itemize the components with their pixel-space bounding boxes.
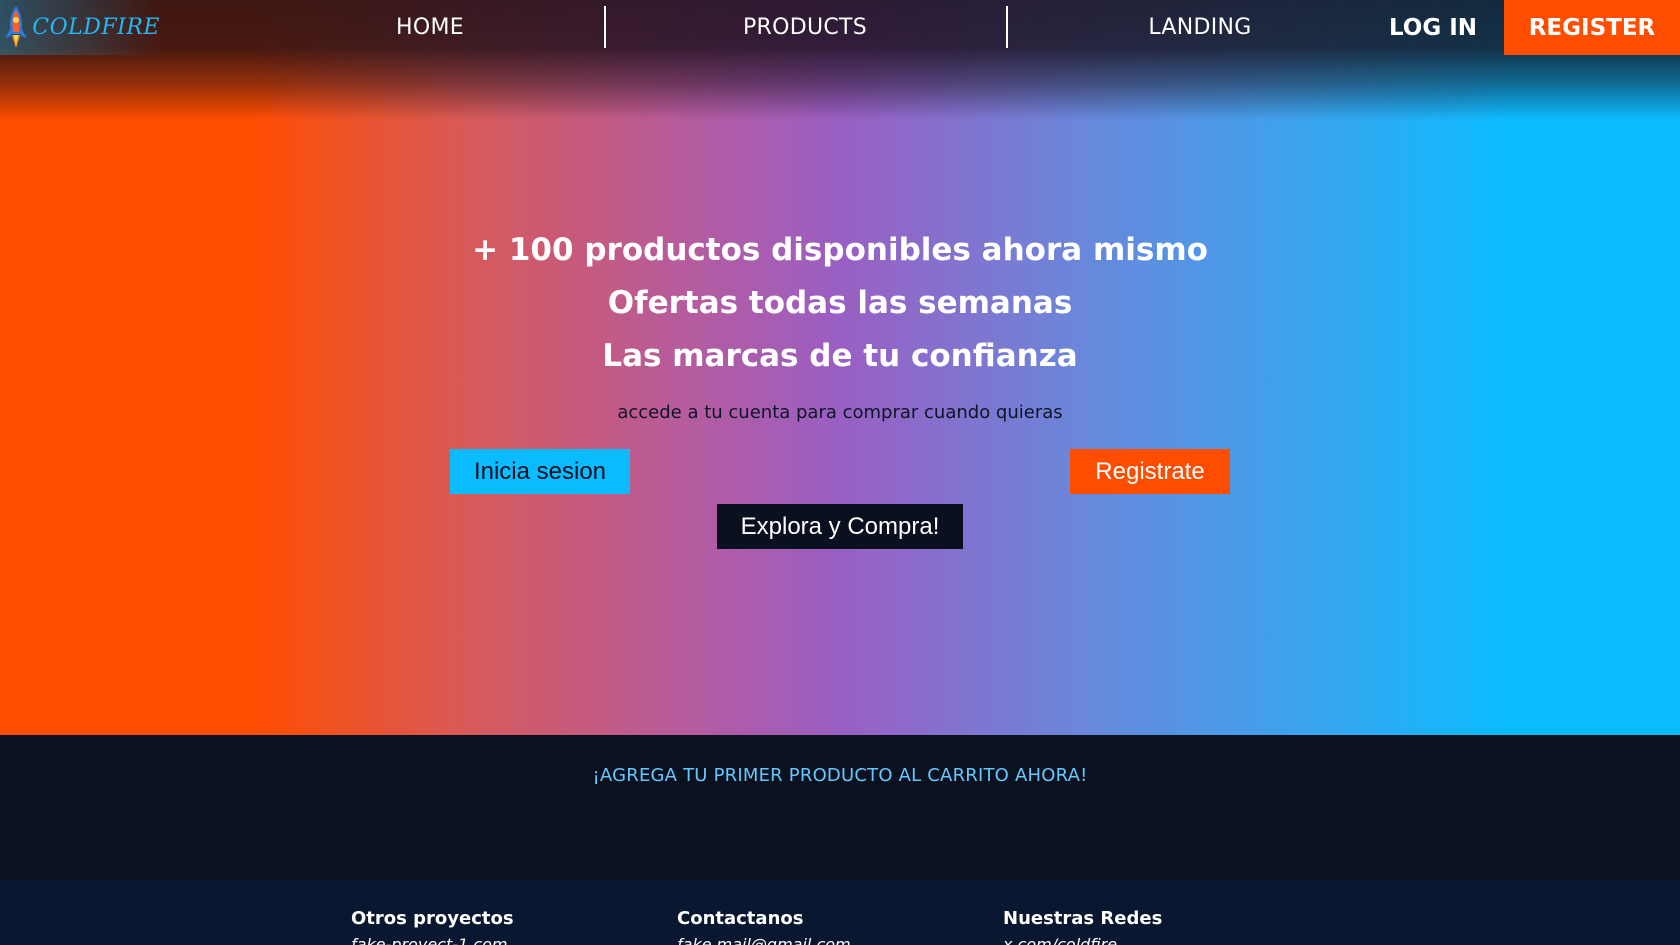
navbar: COLDFIRE HOME PRODUCTS LANDING LOG IN RE… (0, 0, 1680, 55)
footer-title: Otros proyectos (351, 908, 514, 929)
promo-text: ¡AGREGA TU PRIMER PRODUCTO AL CARRITO AH… (592, 765, 1088, 786)
rocket-icon (0, 0, 32, 55)
nav-home[interactable]: HOME (330, 0, 530, 55)
footer-title: Nuestras Redes (1003, 908, 1163, 929)
footer-title: Contactanos (677, 908, 804, 929)
hero-subline: accede a tu cuenta para comprar cuando q… (617, 402, 1063, 423)
nav-divider (604, 6, 606, 48)
hero-register-button[interactable]: Registrate (1070, 449, 1230, 494)
explore-shop-button[interactable]: Explora y Compra! (717, 504, 963, 549)
nav-register-button[interactable]: REGISTER (1504, 0, 1680, 55)
footer-link[interactable]: fake-proyect-1.com (351, 935, 514, 945)
footer-column-contact: Contactanos fake.mail@gmail.com (677, 908, 851, 945)
footer-link[interactable]: x.com/coldfire (1003, 935, 1162, 945)
footer-column-projects: Otros proyectos fake-proyect-1.com (351, 908, 514, 945)
nav-landing[interactable]: LANDING (1100, 0, 1300, 55)
hero-headline-3: Las marcas de tu confianza (602, 338, 1078, 374)
hero-headline-2: Ofertas todas las semanas (607, 285, 1073, 321)
nav-divider (1006, 6, 1008, 48)
promo-band: ¡AGREGA TU PRIMER PRODUCTO AL CARRITO AH… (0, 735, 1680, 880)
hero-headline-1: + 100 productos disponibles ahora mismo (472, 232, 1208, 268)
brand-logo[interactable]: COLDFIRE (0, 0, 160, 55)
footer: Otros proyectos fake-proyect-1.com Conta… (0, 880, 1680, 945)
footer-column-social: Nuestras Redes x.com/coldfire (1003, 908, 1162, 945)
hero-login-button[interactable]: Inicia sesion (450, 449, 630, 494)
nav-products[interactable]: PRODUCTS (705, 0, 905, 55)
brand-name: COLDFIRE (32, 15, 160, 40)
nav-login-button[interactable]: LOG IN (1378, 0, 1488, 55)
footer-link[interactable]: fake.mail@gmail.com (677, 935, 851, 945)
